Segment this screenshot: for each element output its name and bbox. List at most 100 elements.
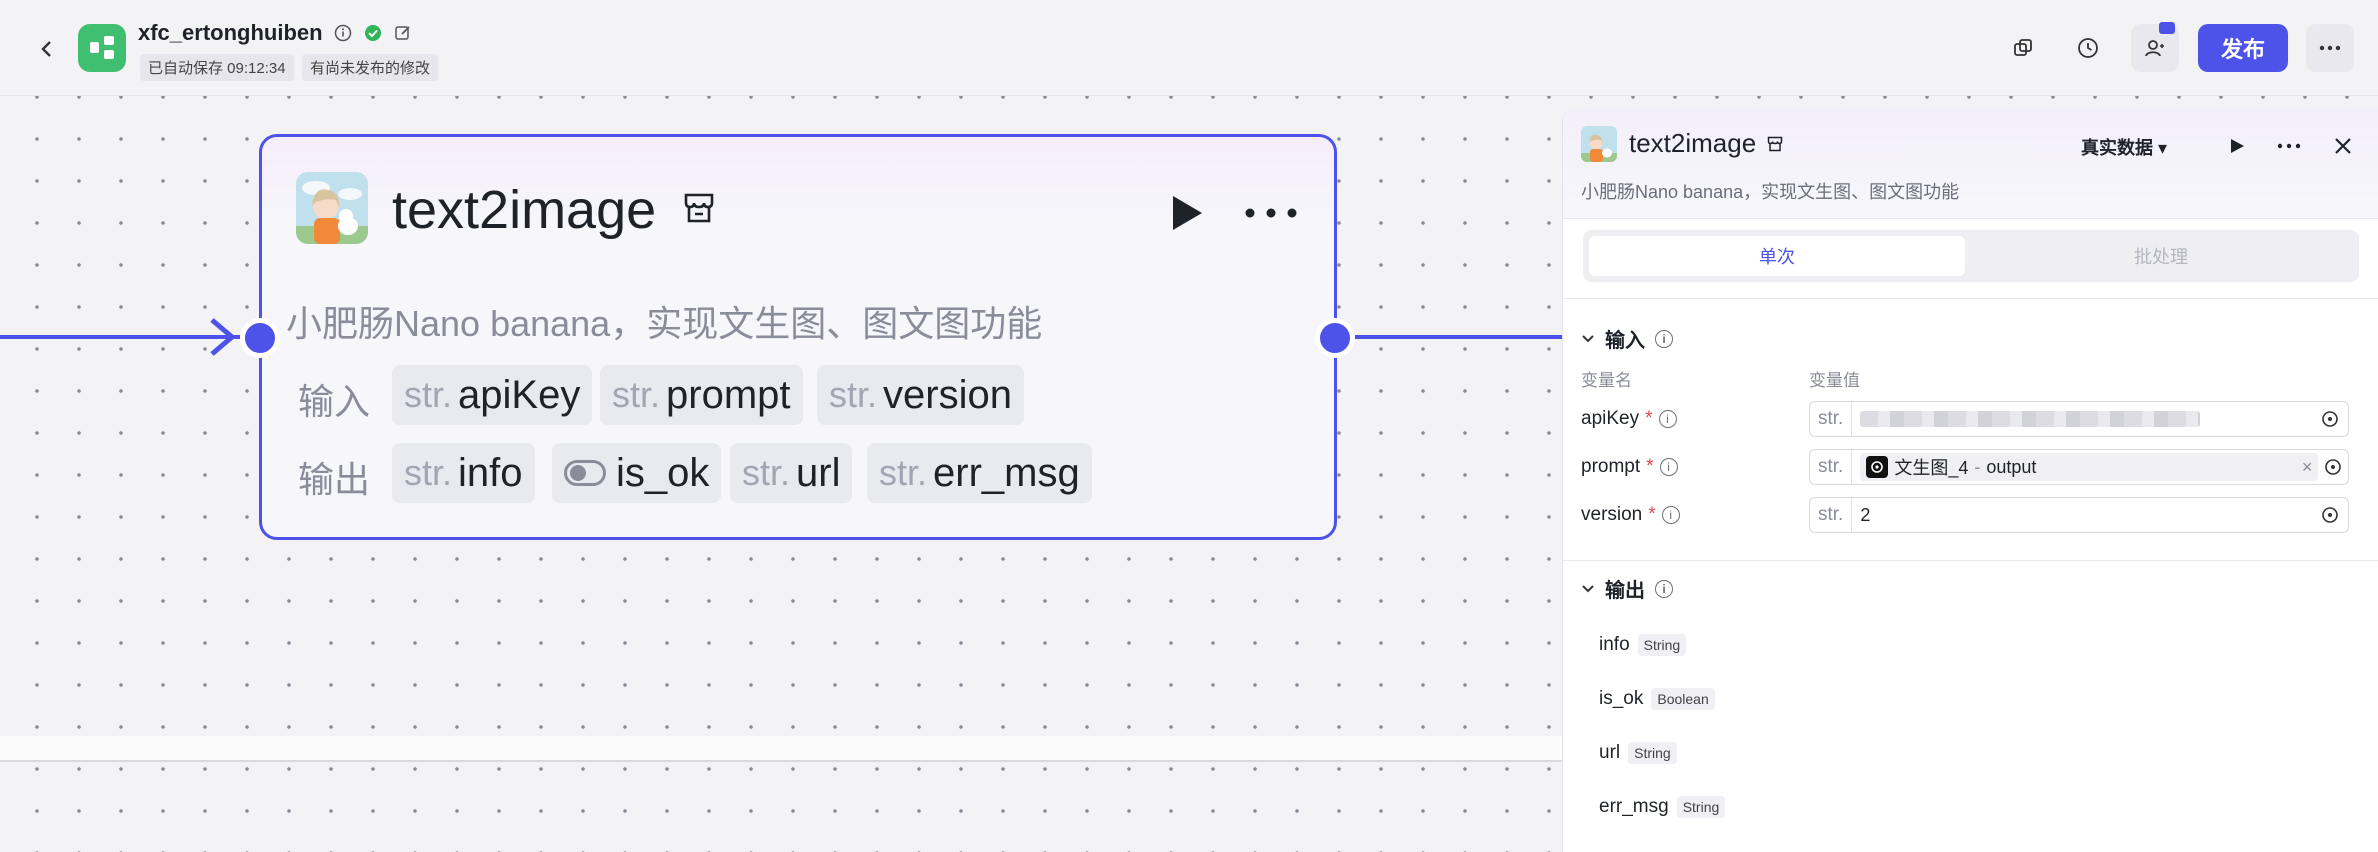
panel-avatar: [1581, 126, 1617, 162]
apikey-input[interactable]: str.: [1809, 401, 2349, 437]
output-row: is_ok Boolean: [1599, 688, 1715, 710]
store-icon: [1767, 136, 1783, 151]
back-button[interactable]: [30, 32, 64, 66]
panel-run-button[interactable]: [2221, 130, 2253, 162]
node-avatar: [296, 172, 368, 244]
output-name: info: [1599, 634, 1630, 655]
output-name: is_ok: [1599, 688, 1644, 709]
type-prefix: str.: [742, 452, 791, 493]
panel-close-button[interactable]: [2327, 130, 2359, 162]
version-input[interactable]: str. 2: [1809, 497, 2349, 533]
type-prefix: str.: [879, 452, 928, 493]
outgoing-edge[interactable]: [1355, 335, 1565, 339]
info-icon[interactable]: i: [1661, 506, 1680, 524]
workflow-icon: [90, 36, 114, 59]
variable-picker-icon[interactable]: [2312, 498, 2348, 532]
edge-arrow-icon: [210, 318, 236, 356]
data-mode-select[interactable]: 真实数据 ▾: [2081, 134, 2167, 160]
chevron-left-icon: [41, 41, 51, 57]
param-name: apiKey: [1581, 408, 1640, 429]
ref-separator: -: [1974, 456, 1981, 477]
data-mode-label: 真实数据: [2081, 138, 2153, 158]
run-mode-tabs: 单次 批处理: [1583, 230, 2359, 282]
panel-header: text2image 真实数据 ▾ 小肥肠Nano banana，实现文生图、图…: [1563, 108, 2378, 218]
node-output-tag: str. url: [730, 443, 853, 503]
node-detail-panel: text2image 真实数据 ▾ 小肥肠Nano banana，实现文生图、图…: [1562, 108, 2378, 852]
required-mark: *: [1648, 504, 1656, 525]
output-type: Boolean: [1651, 688, 1715, 710]
openai-icon: [1866, 456, 1889, 478]
tab-batch[interactable]: 批处理: [1969, 236, 2353, 276]
input-section-title: 输入: [1605, 330, 1645, 352]
info-icon[interactable]: i: [1659, 458, 1678, 476]
node-output-tag: str. err_msg: [867, 443, 1092, 503]
publish-button[interactable]: 发布: [2198, 24, 2288, 72]
info-icon[interactable]: i: [1658, 410, 1677, 428]
ref-node-name: 文生图_4: [1894, 458, 1969, 478]
panel-more-button[interactable]: [2273, 130, 2305, 162]
published-check-icon: [363, 23, 383, 43]
edit-icon[interactable]: [393, 23, 413, 43]
divider: [1563, 298, 2378, 299]
node-more-icon[interactable]: [1244, 207, 1298, 219]
more-horizontal-icon: [2277, 143, 2301, 149]
output-section-header[interactable]: 输出 i: [1581, 574, 1673, 603]
app-logo: [78, 24, 126, 72]
output-row: err_msg String: [1599, 796, 1726, 818]
node-output-port[interactable]: [1315, 318, 1355, 358]
more-button[interactable]: [2306, 24, 2354, 72]
variable-reference[interactable]: 文生图_4 - output ×: [1860, 453, 2319, 481]
output-type: String: [1637, 634, 1687, 656]
type-prefix: str.: [829, 374, 878, 415]
run-icon[interactable]: [1168, 193, 1206, 233]
node-input-port[interactable]: [240, 318, 280, 358]
app-name: xfc_ertonghuiben: [138, 20, 323, 45]
info-icon[interactable]: i: [1655, 579, 1673, 598]
store-icon: [684, 193, 714, 223]
variable-picker-icon[interactable]: [2318, 450, 2348, 484]
incoming-edge[interactable]: [0, 335, 240, 339]
collaborators-button[interactable]: [2131, 22, 2179, 72]
close-icon: [2335, 138, 2351, 154]
param-label-prompt: prompt * i: [1581, 456, 1678, 478]
type-prefix: str.: [1810, 450, 1853, 484]
prompt-input[interactable]: str. 文生图_4 - output ×: [1809, 449, 2349, 485]
node-output-tag: is_ok: [552, 443, 722, 503]
divider: [1563, 218, 2378, 219]
info-icon[interactable]: [333, 23, 353, 43]
top-bar: xfc_ertonghuiben 已自动保存 09:12:34 有尚未发布的修改…: [0, 0, 2378, 96]
output-row: url String: [1599, 742, 1677, 764]
copy-icon: [2014, 39, 2032, 56]
chevron-down-icon: [1582, 584, 1594, 592]
variable-picker-icon[interactable]: [2312, 402, 2348, 436]
app-title: xfc_ertonghuiben: [138, 20, 413, 46]
autosave-chip: 已自动保存 09:12:34: [140, 54, 294, 81]
output-name: url: [1599, 742, 1621, 763]
diamond-badge-icon: [2159, 22, 2175, 34]
type-prefix: str.: [1810, 498, 1853, 532]
history-button[interactable]: [2064, 24, 2112, 72]
text2image-node[interactable]: text2image 小肥肠Nano banana，实现文生图、图文图功能 输入…: [259, 134, 1337, 540]
output-name: is_ok: [616, 450, 710, 495]
input-section-header[interactable]: 输入 i: [1581, 324, 1673, 353]
play-icon: [2231, 139, 2244, 153]
node-title-text: text2image: [392, 180, 657, 240]
param-name: prompt: [1581, 456, 1641, 477]
redacted-value: [1860, 411, 2201, 427]
input-name: apiKey: [458, 372, 581, 417]
ref-field-name: output: [1986, 456, 2037, 477]
node-output-tag: str. info: [392, 443, 535, 503]
clear-reference-icon[interactable]: ×: [2302, 457, 2313, 478]
node-title: text2image: [392, 179, 717, 241]
type-prefix: str.: [404, 452, 453, 493]
info-icon[interactable]: i: [1655, 329, 1673, 348]
boolean-toggle-icon: [564, 460, 606, 486]
col-var-name: 变量名: [1581, 371, 1632, 390]
tab-single[interactable]: 单次: [1589, 236, 1965, 276]
param-name: version: [1581, 504, 1643, 525]
output-name: url: [796, 450, 841, 495]
type-prefix: str.: [1810, 402, 1853, 436]
copy-button[interactable]: [1999, 24, 2047, 72]
output-type: String: [1676, 796, 1726, 818]
panel-title-text: text2image: [1629, 128, 1757, 158]
